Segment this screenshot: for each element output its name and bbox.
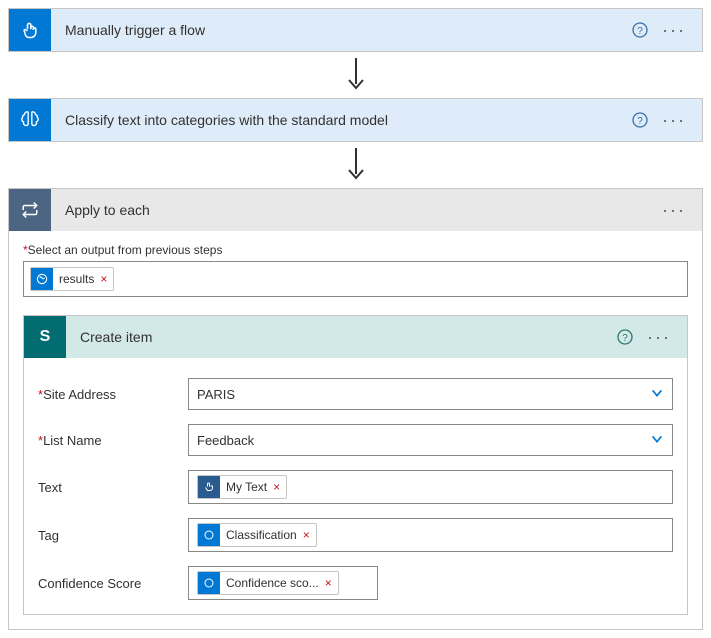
apply-to-each-header[interactable]: Apply to each ··· [9,189,702,231]
field-site-address: *Site Address PARIS [38,378,673,410]
token-remove-icon[interactable]: × [325,576,332,590]
classify-header: Classify text into categories with the s… [9,99,702,141]
brain-icon [198,524,220,546]
token-confidence[interactable]: Confidence sco... × [197,571,339,595]
classify-card[interactable]: Classify text into categories with the s… [8,98,703,142]
create-item-header[interactable]: S Create item ? ··· [24,316,687,358]
token-results[interactable]: results × [30,267,114,291]
confidence-input[interactable]: Confidence sco... × [188,566,378,600]
brain-icon [31,268,53,290]
arrow-connector [8,58,703,92]
chevron-down-icon [650,432,664,449]
token-remove-icon[interactable]: × [100,272,107,286]
svg-text:?: ? [637,116,643,127]
field-tag: Tag Classification × [38,518,673,552]
token-label: Classification [226,528,297,542]
create-item-title: Create item [66,329,617,345]
hand-tap-icon [9,9,51,51]
sharepoint-icon: S [24,316,66,358]
token-remove-icon[interactable]: × [273,480,280,494]
token-label: results [59,272,94,286]
apply-to-each-body: *Select an output from previous steps re… [8,231,703,630]
apply-to-each-title: Apply to each [51,202,658,218]
token-label: My Text [226,480,267,494]
svg-text:?: ? [622,333,628,344]
list-name-select[interactable]: Feedback [188,424,673,456]
site-address-select[interactable]: PARIS [188,378,673,410]
more-icon[interactable]: ··· [658,200,690,221]
chevron-down-icon [650,386,664,403]
more-icon[interactable]: ··· [643,327,675,348]
trigger-title: Manually trigger a flow [51,22,632,38]
loop-icon [9,189,51,231]
token-my-text[interactable]: My Text × [197,475,287,499]
hand-tap-icon [198,476,220,498]
trigger-card[interactable]: Manually trigger a flow ? ··· [8,8,703,52]
text-input[interactable]: My Text × [188,470,673,504]
token-label: Confidence sco... [226,576,319,590]
tag-input[interactable]: Classification × [188,518,673,552]
more-icon[interactable]: ··· [658,110,690,131]
help-icon[interactable]: ? [632,112,648,128]
classify-title: Classify text into categories with the s… [51,112,632,128]
field-text: Text My Text × [38,470,673,504]
field-confidence: Confidence Score Confidence sco... × [38,566,673,600]
svg-text:?: ? [637,26,643,37]
brain-icon [9,99,51,141]
trigger-header: Manually trigger a flow ? ··· [9,9,702,51]
brain-icon [198,572,220,594]
token-remove-icon[interactable]: × [303,528,310,542]
field-list-name: *List Name Feedback [38,424,673,456]
select-output-input[interactable]: results × [23,261,688,297]
help-icon[interactable]: ? [617,329,633,345]
help-icon[interactable]: ? [632,22,648,38]
create-item-card: S Create item ? ··· *Site Address PARIS [23,315,688,615]
create-item-body: *Site Address PARIS *List Name Feedback [23,358,688,615]
apply-to-each-card: Apply to each ··· [8,188,703,231]
more-icon[interactable]: ··· [658,20,690,41]
token-classification[interactable]: Classification × [197,523,317,547]
select-output-label: *Select an output from previous steps [23,243,688,257]
arrow-connector [8,148,703,182]
